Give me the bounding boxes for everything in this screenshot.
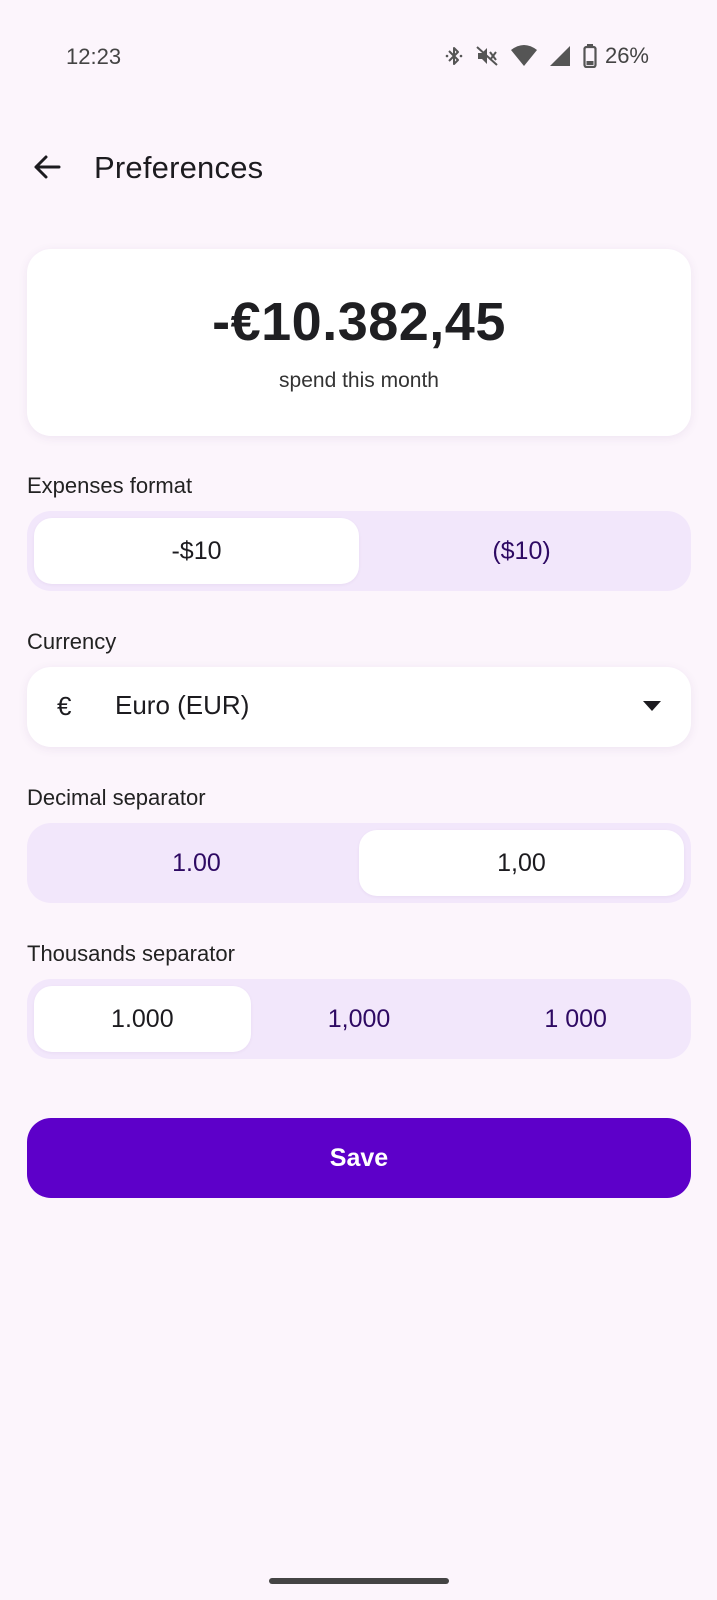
gesture-navigation-bar[interactable] (269, 1578, 449, 1584)
currency-dropdown[interactable]: € Euro (EUR) (27, 667, 691, 747)
preferences-screen: 12:23 26% Preferences -€10.382,45 spend … (0, 0, 717, 1600)
back-button[interactable] (22, 144, 72, 194)
page-title: Preferences (94, 150, 264, 185)
currency-value: Euro (EUR) (115, 690, 250, 720)
thousands-separator-segmented: 1.000 1,000 1 000 (27, 979, 691, 1059)
top-app-bar: Preferences (0, 136, 717, 200)
decimal-separator-label: Decimal separator (27, 785, 206, 810)
expenses-format-option-parentheses[interactable]: ($10) (359, 518, 684, 584)
expenses-format-segmented: -$10 ($10) (27, 511, 691, 591)
battery-percent: 26% (604, 43, 649, 68)
caret-down-icon (643, 701, 661, 711)
status-bar: 12:23 26% (0, 0, 717, 116)
preview-caption: spend this month (279, 369, 439, 392)
preview-amount: -€10.382,45 (212, 292, 506, 352)
save-button[interactable]: Save (27, 1118, 691, 1198)
thousands-option-dot[interactable]: 1.000 (34, 986, 251, 1052)
bluetooth-icon (445, 44, 463, 68)
vibrate-off-icon (475, 44, 499, 68)
cell-signal-icon (549, 45, 571, 67)
arrow-left-icon (32, 152, 62, 187)
decimal-separator-segmented: 1.00 1,00 (27, 823, 691, 903)
status-icons: 26% (445, 43, 649, 69)
wifi-icon (510, 45, 537, 67)
currency-symbol: € (57, 691, 72, 721)
thousands-separator-label: Thousands separator (27, 941, 235, 966)
currency-label: Currency (27, 629, 117, 654)
expenses-format-option-minus[interactable]: -$10 (34, 518, 359, 584)
thousands-option-space[interactable]: 1 000 (467, 986, 684, 1052)
expenses-format-label: Expenses format (27, 473, 193, 498)
battery-icon (583, 44, 597, 68)
spending-preview-card: -€10.382,45 spend this month (27, 249, 691, 436)
decimal-option-comma[interactable]: 1,00 (359, 830, 684, 896)
decimal-option-dot[interactable]: 1.00 (34, 830, 359, 896)
status-time: 12:23 (66, 44, 122, 69)
thousands-option-comma[interactable]: 1,000 (251, 986, 468, 1052)
